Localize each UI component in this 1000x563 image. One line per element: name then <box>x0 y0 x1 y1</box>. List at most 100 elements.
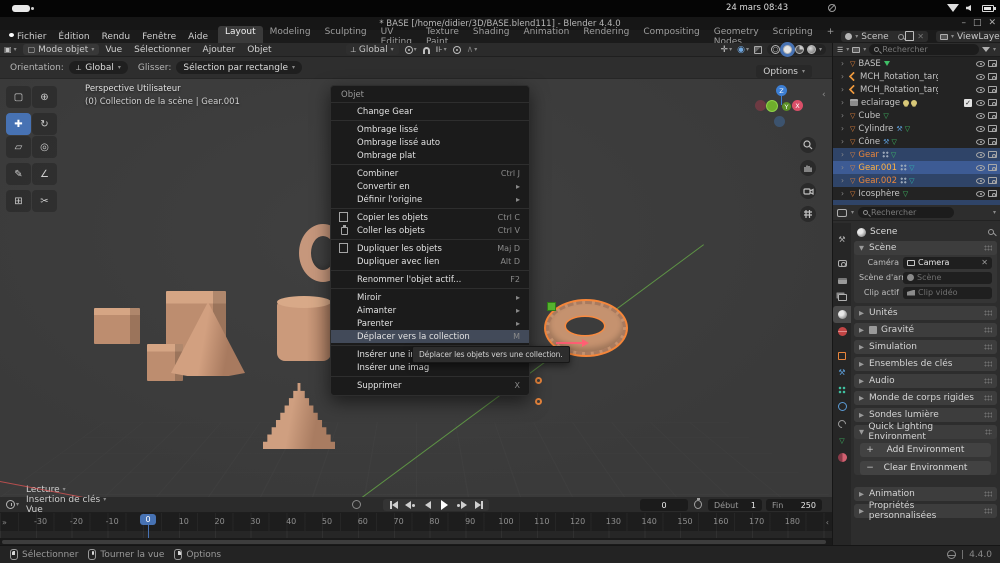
play-button[interactable] <box>437 500 452 510</box>
expand-arrow-icon[interactable]: › <box>841 137 850 146</box>
timeline-scrollbar[interactable] <box>0 538 832 545</box>
outliner-row-icosphere[interactable]: ›▽Icosphère▽ <box>833 187 1000 200</box>
expand-arrow-icon[interactable]: › <box>841 189 850 198</box>
axis-x-ball[interactable]: X <box>792 100 803 111</box>
close-button[interactable]: ✕ <box>988 18 996 28</box>
properties-tab-material[interactable] <box>833 449 851 466</box>
axis-negx-ball[interactable] <box>755 100 766 111</box>
render-visibility-icon[interactable] <box>988 151 997 158</box>
field-scene-d-arri[interactable]: Scène <box>903 272 992 284</box>
render-visibility-icon[interactable] <box>988 112 997 119</box>
menu-item-dupliquer-avec-lien[interactable]: Dupliquer avec lienAlt D <box>331 255 529 268</box>
visibility-eye-icon[interactable] <box>976 178 985 184</box>
expand-arrow-icon[interactable]: › <box>841 176 850 185</box>
gizmo-button[interactable]: ✛▾ <box>721 45 733 55</box>
panel-header-simulation[interactable]: ▶Simulation <box>854 340 997 354</box>
visibility-eye-icon[interactable] <box>976 100 985 106</box>
shading-rendered-button[interactable] <box>807 45 816 54</box>
outliner-row-cube[interactable]: ›▽Cube▽ <box>833 109 1000 122</box>
panel-header-audio[interactable]: ▶Audio <box>854 374 997 388</box>
channel-expand-arrow[interactable]: » <box>2 518 7 527</box>
drag-dots-icon[interactable] <box>984 310 992 316</box>
shading-solid-button[interactable] <box>783 45 792 54</box>
outliner-row-eclairage[interactable]: ›eclairage✓ <box>833 96 1000 109</box>
drag-dots-icon[interactable] <box>985 429 992 435</box>
checkbox[interactable]: ✓ <box>964 99 972 107</box>
menu-item-renommer-l-objet-actif[interactable]: Renommer l'objet actif...F2 <box>331 273 529 286</box>
panel-header-gravite[interactable]: ▶Gravité <box>854 323 997 337</box>
visibility-eye-icon[interactable] <box>976 61 985 67</box>
mode-select[interactable]: ▢ Mode objet ▾ <box>23 44 100 55</box>
current-frame-field[interactable]: 0 <box>640 499 688 511</box>
wifi-icon[interactable] <box>947 4 959 12</box>
shading-wireframe-button[interactable] <box>771 45 780 54</box>
drag-dots-icon[interactable] <box>984 245 992 251</box>
overlays-button[interactable]: ◉▾ <box>737 45 749 55</box>
drag-dots-icon[interactable] <box>984 378 992 384</box>
scene-selector[interactable]: ▾ Scene ✕ <box>841 31 928 42</box>
panel-header-animation[interactable]: ▶Animation <box>854 487 997 501</box>
properties-tab-render[interactable] <box>833 255 851 272</box>
drag-dots-icon[interactable] <box>984 491 992 497</box>
add-environment-button[interactable]: +Add Environment <box>860 443 991 457</box>
properties-editor-icon[interactable] <box>837 209 847 217</box>
render-visibility-icon[interactable] <box>988 164 997 171</box>
outliner-row-mch-rotation-targe[interactable]: ›MCH_Rotation_targe <box>833 83 1000 96</box>
menu-aide[interactable]: Aide <box>182 31 214 43</box>
drag-dots-icon[interactable] <box>984 412 992 418</box>
drag-dots-icon[interactable] <box>984 344 992 350</box>
properties-tab-tool[interactable]: ⚒ <box>833 231 851 248</box>
properties-options-button[interactable]: ▾ <box>993 209 996 216</box>
filter-icon[interactable] <box>982 47 990 52</box>
transform-tool[interactable]: ◎ <box>32 136 57 158</box>
visibility-eye-icon[interactable] <box>976 113 985 119</box>
timeline-channels[interactable] <box>0 531 832 538</box>
expand-arrow-icon[interactable]: › <box>841 163 850 172</box>
3d-viewport[interactable]: Orientation: ⟂ Global ▾ Glisser: Sélecti… <box>0 57 832 497</box>
jump-end-button[interactable] <box>471 500 486 510</box>
render-visibility-icon[interactable] <box>988 86 997 93</box>
duplicate-tool[interactable]: ✂ <box>32 190 57 212</box>
properties-tab-physics[interactable] <box>833 398 851 415</box>
properties-search-input[interactable] <box>871 208 949 217</box>
annotate-tool[interactable]: ✎ <box>6 163 31 185</box>
properties-tab-particles[interactable] <box>833 381 851 398</box>
menu-item-parenter[interactable]: Parenter▸ <box>331 317 529 330</box>
outliner-row-base[interactable]: ›▽BASE <box>833 57 1000 70</box>
visibility-eye-icon[interactable] <box>976 139 985 145</box>
minimize-button[interactable]: – <box>961 18 966 28</box>
properties-tab-world[interactable] <box>833 323 851 340</box>
menu-item-aimanter[interactable]: Aimanter▸ <box>331 304 529 317</box>
outliner-row-cylindre[interactable]: ›▽Cylindre⚒▽ <box>833 122 1000 135</box>
menu-item-coller-les-objets[interactable]: Coller les objetsCtrl V <box>331 224 529 237</box>
menu-fenetre[interactable]: Fenêtre <box>136 31 182 43</box>
expand-arrow-icon[interactable]: › <box>841 150 850 159</box>
next-keyframe-button[interactable] <box>454 500 469 510</box>
step-pyramid-object[interactable] <box>263 383 335 449</box>
menu-item-deplacer-vers-la-collection[interactable]: Déplacer vers la collectionM <box>331 330 529 343</box>
field-camera[interactable]: Camera✕ <box>903 257 992 269</box>
pin-icon[interactable] <box>898 34 904 40</box>
viewport-menu-vue[interactable]: Vue <box>99 45 128 55</box>
menu-item-change-gear[interactable]: Change Gear <box>331 105 529 118</box>
drag-dots-icon[interactable] <box>984 327 992 333</box>
jump-start-button[interactable] <box>386 500 401 510</box>
drag-select[interactable]: Sélection par rectangle ▾ <box>176 61 302 74</box>
pivot-point-button[interactable]: ▾ <box>405 46 417 54</box>
panel-header-unites[interactable]: ▶Unités <box>854 306 997 320</box>
menu-edition[interactable]: Édition <box>52 31 95 43</box>
transform-orientation-select[interactable]: ⟂ Global ▾ <box>346 44 399 55</box>
expand-arrow-icon[interactable]: › <box>841 59 850 68</box>
axis-y-label-ball[interactable]: Y <box>782 102 791 111</box>
outliner-row-gear[interactable]: ›▽Gear▽ <box>833 148 1000 161</box>
menu-item-supprimer[interactable]: SupprimerX <box>331 379 529 392</box>
properties-tab-view-layer[interactable] <box>833 289 851 306</box>
visibility-eye-icon[interactable] <box>976 126 985 132</box>
x-axis-gizmo-arrow[interactable] <box>556 342 582 344</box>
properties-tab-scene[interactable] <box>833 306 851 323</box>
axis-z-ball[interactable]: Z <box>776 85 787 96</box>
camera-view-button[interactable] <box>800 183 816 199</box>
play-reverse-button[interactable] <box>420 500 435 510</box>
scale-tool[interactable]: ▱ <box>6 136 31 158</box>
clear-environment-button[interactable]: −Clear Environment <box>860 461 991 475</box>
